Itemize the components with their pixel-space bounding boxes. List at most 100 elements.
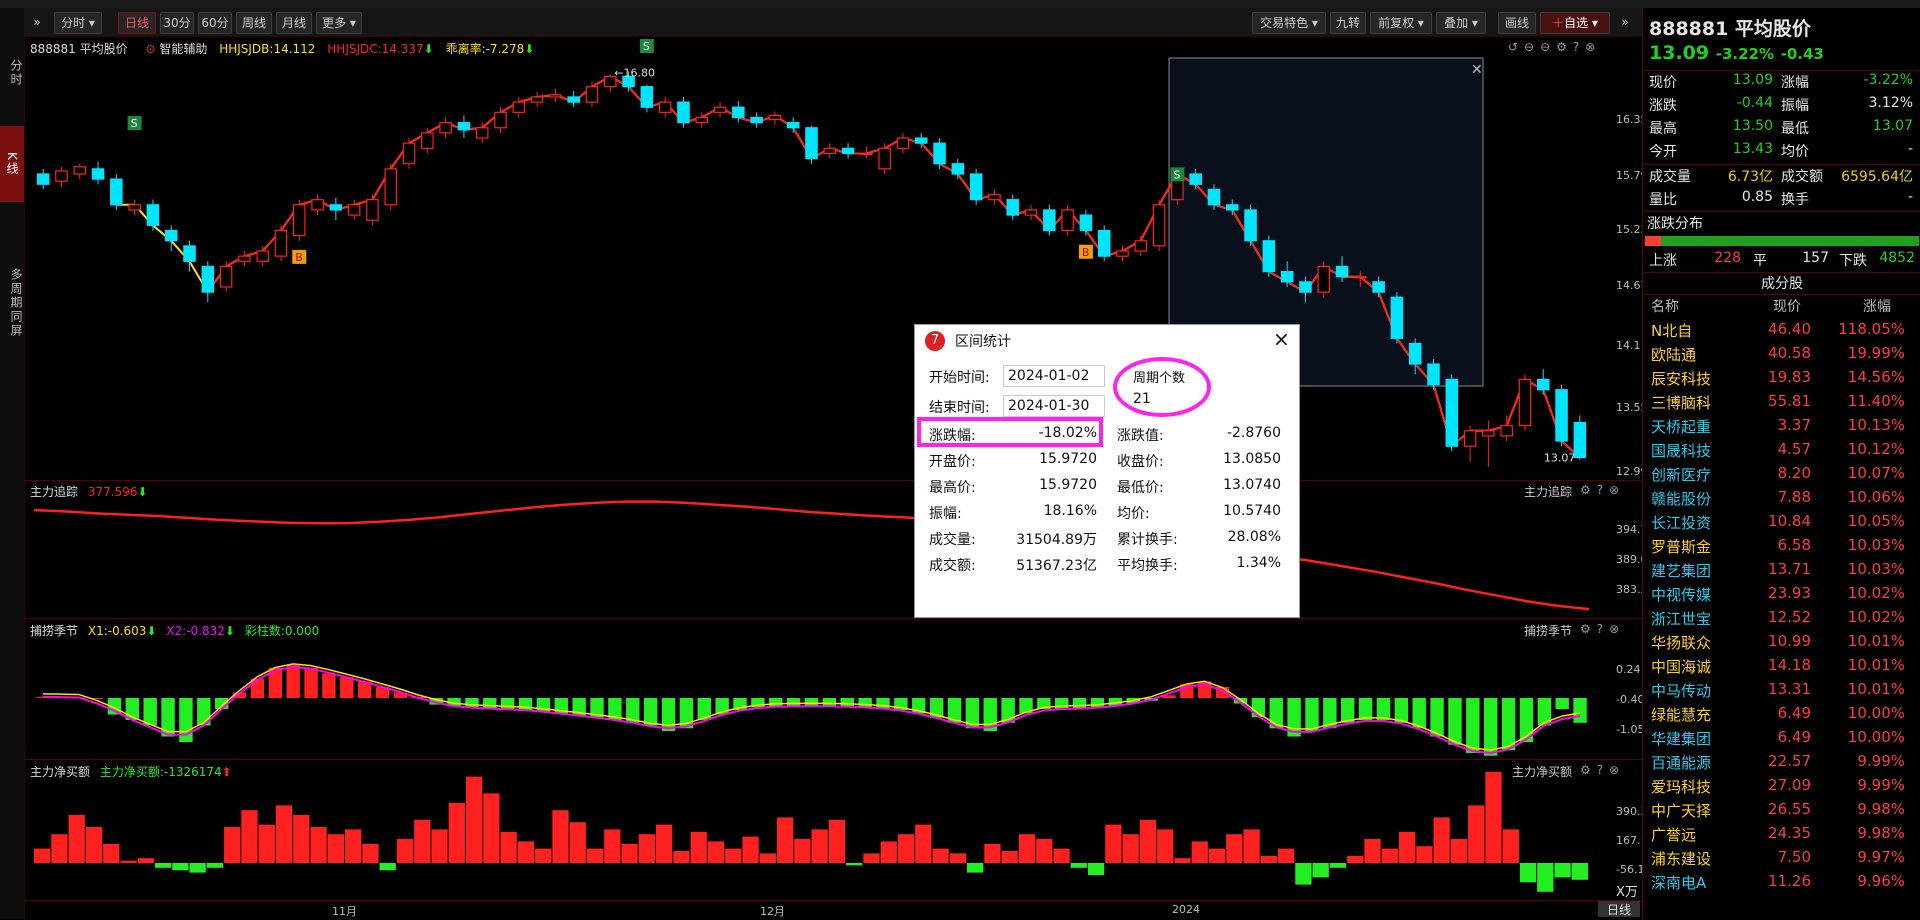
tab-60min[interactable]: 60分 (198, 12, 232, 34)
tab-more[interactable]: 更多 ▾ (316, 12, 362, 34)
stock-row[interactable]: 长江投资 10.84 10.05% (1643, 512, 1920, 536)
stock-row[interactable]: 华扬联众 10.99 10.01% (1643, 632, 1920, 656)
candle-body (695, 116, 709, 124)
stock-row[interactable]: 创新医疗 8.20 10.07% (1643, 464, 1920, 488)
up-count: 228 (1714, 250, 1741, 266)
stock-row[interactable]: 中国海诚 14.18 10.01% (1643, 656, 1920, 680)
left-tab-kline[interactable]: K线 (0, 126, 24, 202)
stock-change: 118.05% (1838, 320, 1905, 338)
stock-change: 9.98% (1857, 824, 1905, 842)
stock-row[interactable]: 赣能股份 7.88 10.06% (1643, 488, 1920, 512)
nine-turn-button[interactable]: 九转 (1330, 12, 1366, 34)
panel2-icons[interactable]: ⚙?⊗ (1580, 483, 1625, 497)
stock-row[interactable]: 浦东建设 7.50 9.97% (1643, 848, 1920, 872)
stat-key: 开盘价: (929, 454, 976, 470)
stat-key: 振幅: (929, 506, 962, 522)
stock-row[interactable]: 浙江世宝 12.52 10.02% (1643, 608, 1920, 632)
stock-row[interactable]: 欧陆通 40.58 19.99% (1643, 344, 1920, 368)
stat-value: 15.9720 (1039, 451, 1097, 467)
stock-row[interactable]: 绿能慧充 6.49 10.00% (1643, 704, 1920, 728)
season-bar (643, 698, 658, 726)
panel-divider (24, 618, 1642, 619)
stock-name: 中广天择 (1651, 802, 1712, 820)
quote-change-pct: -3.22% (1715, 45, 1774, 63)
stock-price: 3.37 (1777, 416, 1811, 434)
left-tab-multi-period[interactable]: 多周期同屏 (0, 248, 24, 358)
stock-price: 10.84 (1768, 512, 1811, 530)
period-count-label: 周期个数 (1133, 371, 1186, 386)
stock-change: 10.00% (1847, 704, 1905, 722)
end-time-input[interactable]: 2024-01-30 (1003, 395, 1105, 417)
trade-feature-button[interactable]: 交易特色 ▾ (1252, 12, 1326, 34)
stock-row[interactable]: 广誉远 24.35 9.98% (1643, 824, 1920, 848)
stock-name: 欧陆通 (1651, 346, 1697, 364)
kline-chart-svg[interactable]: ✕ ←16.80 13.07 S S S B B (24, 37, 1642, 919)
candle-body (238, 255, 251, 262)
col-price-header[interactable]: 现价 (1773, 296, 1801, 316)
watchlist-button[interactable]: ＋自选 ▾ (1540, 12, 1610, 34)
stat-value: -18.02% (1038, 425, 1097, 441)
stock-name: 爱玛科技 (1651, 778, 1712, 796)
stock-row[interactable]: 罗普斯金 6.58 10.03% (1643, 536, 1920, 560)
tab-30min[interactable]: 30分 (160, 12, 194, 34)
candle-body (1372, 281, 1385, 293)
stock-row[interactable]: 华建集团 6.49 10.00% (1643, 728, 1920, 752)
stock-change: 9.96% (1857, 872, 1905, 890)
tab-weekly[interactable]: 周线 (236, 12, 272, 34)
adjust-button[interactable]: 前复权 ▾ (1370, 12, 1432, 34)
candle-body (1043, 209, 1056, 232)
draw-line-button[interactable]: 画线 (1498, 12, 1536, 34)
start-time-input[interactable]: 2024-01-02 (1003, 365, 1105, 387)
panel3-tick: -1.05 (1616, 723, 1645, 736)
tab-daily[interactable]: 日线 (118, 12, 156, 34)
tab-monthly[interactable]: 月线 (276, 12, 312, 34)
stock-row[interactable]: 建艺集团 13.71 10.03% (1643, 560, 1920, 584)
stock-row[interactable]: 三博脑科 55.81 11.40% (1643, 392, 1920, 416)
stat-key: 平均换手: (1117, 558, 1178, 574)
double-chevron-right-icon[interactable]: » (1618, 12, 1632, 32)
net-buy-bar (293, 815, 310, 863)
col-name-header[interactable]: 名称 (1651, 296, 1679, 316)
stock-name: 辰安科技 (1651, 370, 1712, 388)
net-buy-bar (984, 843, 1001, 863)
stock-row[interactable]: 中视传媒 23.93 10.02% (1643, 584, 1920, 608)
amount-label: 成交额 (1781, 169, 1823, 185)
panel3-icons[interactable]: ⚙?⊗ (1580, 622, 1625, 636)
stock-row[interactable]: 爱玛科技 27.09 9.99% (1643, 776, 1920, 800)
period-label[interactable]: 日线 (1598, 901, 1640, 917)
left-tab-timeshare[interactable]: 分时 (0, 48, 24, 98)
candle-body (512, 101, 526, 113)
stock-row[interactable]: 国晟科技 4.57 10.12% (1643, 440, 1920, 464)
stock-row[interactable]: 辰安科技 19.83 14.56% (1643, 368, 1920, 392)
net-buy-bar (604, 829, 621, 863)
stock-row[interactable]: 深南电A 11.26 9.96% (1643, 872, 1920, 896)
net-buy-bar (362, 843, 379, 863)
field-value: 13.43 (1732, 141, 1773, 157)
net-buy-bar (396, 839, 414, 863)
candle-body (1408, 342, 1422, 365)
season-bar (858, 698, 872, 708)
stock-row[interactable]: 天桥起重 3.37 10.13% (1643, 416, 1920, 440)
net-buy-bar (690, 831, 707, 863)
stock-row[interactable]: 中广天择 26.55 9.98% (1643, 800, 1920, 824)
double-chevron-icon[interactable]: » (32, 12, 42, 32)
stock-price: 7.88 (1777, 488, 1811, 506)
net-buy-bar (673, 851, 690, 863)
field-key: 今开 (1649, 144, 1677, 160)
stock-price: 13.31 (1768, 680, 1811, 698)
season-bar (1055, 698, 1069, 709)
close-icon[interactable]: × (1273, 327, 1290, 351)
field-value: 13.09 (1732, 72, 1773, 88)
tab-timeshare[interactable]: 分时 ▾ (54, 12, 102, 34)
col-change-header[interactable]: 涨幅 (1863, 296, 1891, 316)
stock-row[interactable]: 百通能源 22.57 9.99% (1643, 752, 1920, 776)
panel4-icons[interactable]: ⚙?⊗ (1580, 763, 1625, 777)
tab-label: 分时 (61, 16, 86, 30)
net-buy-bar (586, 848, 604, 863)
candle-body (1427, 363, 1440, 386)
overlay-button[interactable]: 叠加 ▾ (1436, 12, 1486, 34)
stock-row[interactable]: N北自 46.40 118.05% (1643, 320, 1920, 344)
tab-label: 更多 (322, 16, 347, 30)
stock-row[interactable]: 中马传动 13.31 10.01% (1643, 680, 1920, 704)
start-time-label: 开始时间: (929, 370, 990, 386)
